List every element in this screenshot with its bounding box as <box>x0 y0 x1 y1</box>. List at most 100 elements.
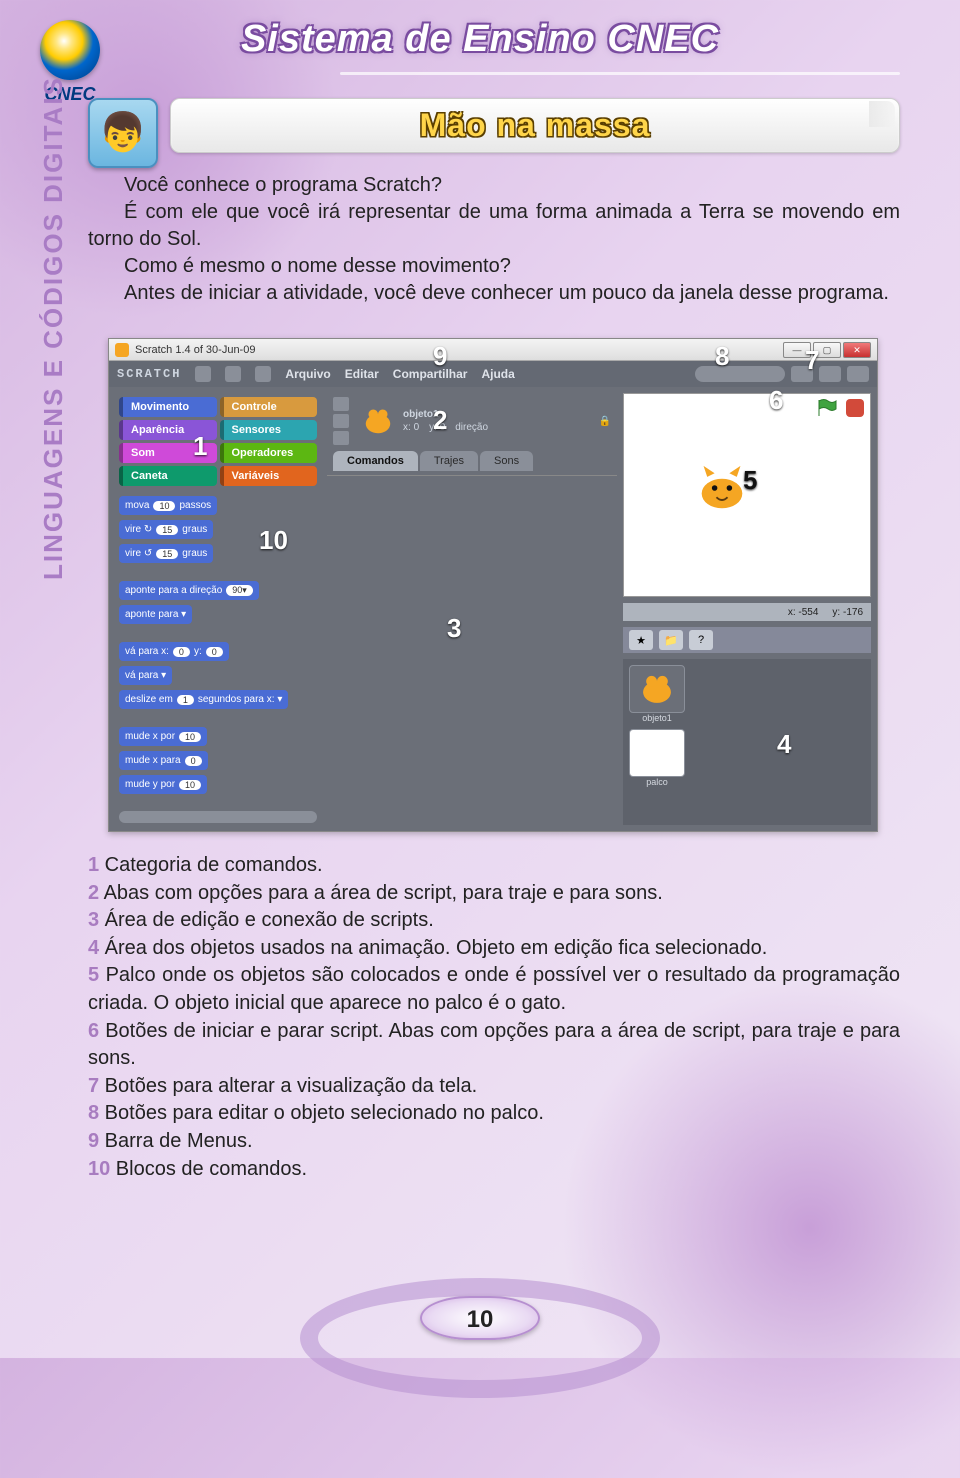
rotate-free-icon[interactable] <box>333 397 349 411</box>
legend-num: 1 <box>88 854 99 876</box>
stop-button[interactable] <box>846 399 864 417</box>
annotation-1: 1 <box>193 431 207 462</box>
legend-text: Botões para alterar a visualização da te… <box>99 1075 477 1097</box>
section-banner-title: Mão na massa <box>420 107 651 144</box>
intro-line: É com ele que você irá representar de um… <box>88 199 900 253</box>
annotation-6: 6 <box>769 385 783 416</box>
category-label: Operadores <box>232 447 294 459</box>
scratch-logo: SCRATCH <box>117 367 181 381</box>
legend-text: Botões para editar o objeto selecionado … <box>99 1102 544 1124</box>
legend-num: 3 <box>88 909 99 931</box>
block[interactable]: mova10passos <box>119 496 217 515</box>
intro-text: Você conhece o programa Scratch? É com e… <box>88 172 900 307</box>
legend-text: Categoria de comandos. <box>99 854 322 876</box>
block[interactable]: vire ↻15graus <box>119 520 213 539</box>
sprites-panel: objeto1 palco <box>623 659 871 825</box>
menu-item[interactable]: Arquivo <box>285 367 330 381</box>
category-label: Caneta <box>131 470 168 482</box>
stage-coords: x: -554 y: -176 <box>623 603 871 621</box>
sprite-info-panel: objeto1 x: 0 y: 0 direção 🔒 Comandos Tra… <box>327 393 617 475</box>
block[interactable]: vire ↺15graus <box>119 544 213 563</box>
page-title: Sistema de Ensino CNEC <box>0 18 960 61</box>
legend-num: 10 <box>88 1158 110 1180</box>
legend-text: Blocos de comandos. <box>110 1158 307 1180</box>
intro-line: Como é mesmo o nome desse movimento? <box>88 253 900 280</box>
blocks-list: mova10passos vire ↻15graus vire ↺15graus… <box>115 490 321 809</box>
green-flag-icon[interactable] <box>816 398 838 418</box>
new-sprite-file-icon[interactable]: 📁 <box>659 630 683 650</box>
page-number: 10 <box>420 1296 540 1340</box>
legend-text: Abas com opções para a área de script, p… <box>99 882 663 904</box>
stage-edit-tools[interactable] <box>695 366 785 382</box>
annotation-9: 9 <box>433 341 447 372</box>
sprite-item-objeto1[interactable]: objeto1 <box>629 665 685 723</box>
section-banner: Mão na massa <box>170 98 900 153</box>
annotation-10: 10 <box>259 525 288 556</box>
block[interactable]: vá para ▾ <box>119 666 172 685</box>
legend-text: Palco onde os objetos são colocados e on… <box>88 964 900 1014</box>
category-operadores[interactable]: Operadores <box>220 443 318 463</box>
annotation-4: 4 <box>777 729 791 760</box>
rotate-none-icon[interactable] <box>333 431 349 445</box>
blocks-scrollbar[interactable] <box>119 811 317 823</box>
category-sensores[interactable]: Sensores <box>220 420 318 440</box>
title-underline <box>340 72 900 75</box>
legend-num: 8 <box>88 1102 99 1124</box>
lock-icon[interactable]: 🔒 <box>599 416 611 427</box>
block[interactable]: vá para x:0y:0 <box>119 642 229 661</box>
annotation-3: 3 <box>447 613 461 644</box>
block[interactable]: aponte para a direção90▾ <box>119 581 259 600</box>
block[interactable]: mude x por10 <box>119 727 207 746</box>
sprite-label: palco <box>629 777 685 787</box>
block[interactable]: mude y por10 <box>119 775 207 794</box>
stage-column: x: -554 y: -176 ★ 📁 ? objeto1 palco <box>623 393 871 825</box>
legend-num: 4 <box>88 937 99 959</box>
tab-comandos[interactable]: Comandos <box>333 451 418 471</box>
intro-line: Você conhece o programa Scratch? <box>88 172 900 199</box>
section-icon: 👦 <box>88 98 158 168</box>
save-icon[interactable] <box>225 366 241 382</box>
view-mode-present[interactable] <box>847 366 869 382</box>
block[interactable]: aponte para ▾ <box>119 605 192 624</box>
category-variaveis[interactable]: Variáveis <box>220 466 318 486</box>
block[interactable]: mude x para0 <box>119 751 208 770</box>
category-controle[interactable]: Controle <box>220 397 318 417</box>
legend-text: Área dos objetos usados na animação. Obj… <box>99 937 767 959</box>
new-sprite-random-icon[interactable]: ? <box>689 630 713 650</box>
rotation-style-tools <box>333 397 349 445</box>
scripts-column: objeto1 x: 0 y: 0 direção 🔒 Comandos Tra… <box>327 393 617 825</box>
scripts-canvas[interactable] <box>327 475 617 825</box>
tab-trajes[interactable]: Trajes <box>420 451 478 471</box>
rotate-lr-icon[interactable] <box>333 414 349 428</box>
window-titlebar[interactable]: Scratch 1.4 of 30-Jun-09 — ▢ ✕ <box>109 339 877 361</box>
annotation-8: 8 <box>715 341 729 372</box>
share-icon[interactable] <box>255 366 271 382</box>
legend-num: 2 <box>88 882 99 904</box>
close-button[interactable]: ✕ <box>843 342 871 358</box>
block[interactable]: deslize em1segundos para x: ▾ <box>119 690 288 709</box>
category-label: Aparência <box>131 424 184 436</box>
menu-item[interactable]: Compartilhar <box>393 367 468 381</box>
annotation-7: 7 <box>805 345 819 376</box>
cat-sprite-icon[interactable] <box>694 464 750 512</box>
app-menubar: SCRATCH Arquivo Editar Compartilhar Ajud… <box>109 361 877 387</box>
category-movimento[interactable]: Movimento <box>119 397 217 417</box>
new-sprite-paint-icon[interactable]: ★ <box>629 630 653 650</box>
category-label: Variáveis <box>232 470 280 482</box>
tab-sons[interactable]: Sons <box>480 451 533 471</box>
menu-item[interactable]: Editar <box>345 367 379 381</box>
sprite-toolbar: ★ 📁 ? <box>623 627 871 653</box>
view-mode-normal[interactable] <box>819 366 841 382</box>
annotation-2: 2 <box>433 405 447 436</box>
category-caneta[interactable]: Caneta <box>119 466 217 486</box>
legend-num: 5 <box>88 964 99 986</box>
blocks-palette-column: Movimento Controle Aparência Sensores So… <box>115 393 321 825</box>
sprite-item-palco[interactable]: palco <box>629 729 685 787</box>
category-label: Movimento <box>131 401 189 413</box>
boy-icon: 👦 <box>99 111 146 155</box>
legend-num: 7 <box>88 1075 99 1097</box>
menu-item[interactable]: Ajuda <box>481 367 514 381</box>
sprite-label: objeto1 <box>629 713 685 723</box>
category-label: Sensores <box>232 424 282 436</box>
globe-icon[interactable] <box>195 366 211 382</box>
